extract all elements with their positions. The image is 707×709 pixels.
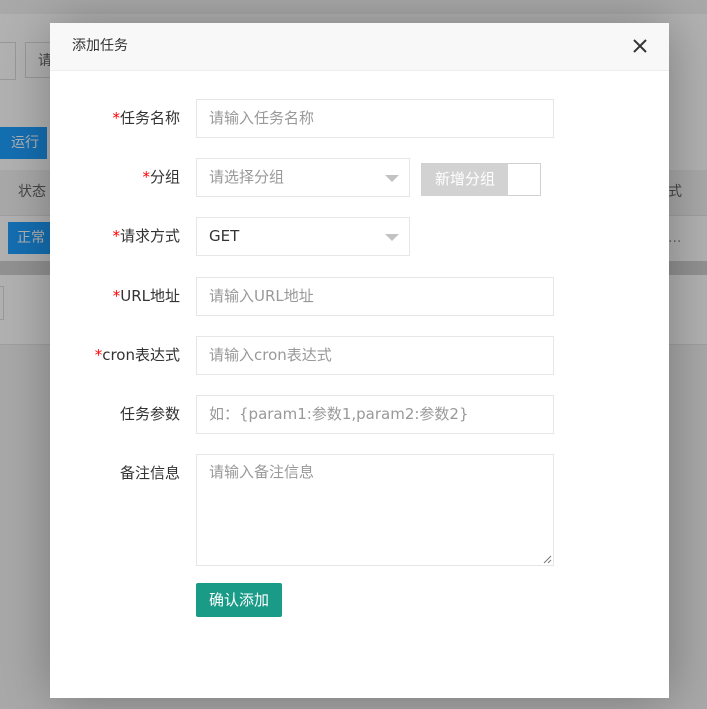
method-label: *请求方式 bbox=[112, 217, 180, 255]
url-input[interactable]: 请输入URL地址 bbox=[196, 277, 554, 316]
required-mark: * bbox=[142, 168, 150, 186]
method-select[interactable]: GET bbox=[196, 217, 410, 256]
remark-placeholder: 请输入备注信息 bbox=[209, 463, 315, 481]
method-value: GET bbox=[209, 227, 240, 245]
task-name-label-text: 任务名称 bbox=[119, 109, 180, 127]
form-row-task-name: *任务名称 请输入任务名称 bbox=[50, 99, 669, 138]
page: 请 运行 状态 式 正常 ... 添加任务 *任务名称 请输入任务名称 *分组 … bbox=[0, 0, 707, 709]
form-row-method: *请求方式 GET bbox=[50, 217, 669, 256]
required-mark: * bbox=[112, 227, 120, 245]
chevron-down-icon bbox=[385, 234, 399, 241]
cron-label: *cron表达式 bbox=[95, 336, 180, 374]
dialog-header: 添加任务 bbox=[50, 23, 669, 71]
task-name-placeholder: 请输入任务名称 bbox=[209, 109, 315, 127]
group-label: *分组 bbox=[142, 158, 180, 196]
cron-placeholder: 请输入cron表达式 bbox=[209, 346, 332, 364]
add-task-dialog: 添加任务 *任务名称 请输入任务名称 *分组 请选择分组 新增分组 *请求方式 … bbox=[50, 23, 669, 698]
dialog-title: 添加任务 bbox=[72, 38, 128, 54]
url-placeholder: 请输入URL地址 bbox=[209, 287, 314, 305]
cron-input[interactable]: 请输入cron表达式 bbox=[196, 336, 554, 375]
group-label-text: 分组 bbox=[149, 168, 180, 186]
params-label: 任务参数 bbox=[119, 405, 180, 423]
resize-handle-icon[interactable] bbox=[542, 554, 552, 564]
form-row-remark: 备注信息 请输入备注信息 bbox=[50, 454, 669, 566]
new-group-switch-label: 新增分组 bbox=[422, 164, 508, 195]
new-group-switch[interactable]: 新增分组 bbox=[421, 163, 541, 196]
confirm-add-button[interactable]: 确认添加 bbox=[196, 583, 282, 617]
params-input[interactable]: 如：{param1:参数1,param2:参数2} bbox=[196, 395, 554, 434]
required-mark: * bbox=[112, 109, 120, 127]
form-row-submit: 确认添加 bbox=[50, 583, 669, 617]
remark-label: 备注信息 bbox=[119, 464, 180, 482]
group-placeholder: 请选择分组 bbox=[209, 168, 285, 186]
form-row-cron: *cron表达式 请输入cron表达式 bbox=[50, 336, 669, 375]
task-name-label: *任务名称 bbox=[112, 99, 180, 137]
cron-label-text: cron表达式 bbox=[102, 346, 180, 364]
method-label-text: 请求方式 bbox=[119, 227, 180, 245]
task-name-input[interactable]: 请输入任务名称 bbox=[196, 99, 554, 138]
close-icon[interactable] bbox=[629, 35, 651, 57]
remark-textarea[interactable]: 请输入备注信息 bbox=[196, 454, 554, 566]
url-label-text: URL地址 bbox=[120, 287, 180, 305]
chevron-down-icon bbox=[385, 175, 399, 182]
form-row-group: *分组 请选择分组 新增分组 bbox=[50, 158, 669, 197]
form-row-params: 任务参数 如：{param1:参数1,param2:参数2} bbox=[50, 395, 669, 434]
url-label: *URL地址 bbox=[113, 277, 180, 315]
params-placeholder: 如：{param1:参数1,param2:参数2} bbox=[209, 405, 469, 423]
form-row-url: *URL地址 请输入URL地址 bbox=[50, 277, 669, 316]
group-select[interactable]: 请选择分组 bbox=[196, 158, 410, 197]
